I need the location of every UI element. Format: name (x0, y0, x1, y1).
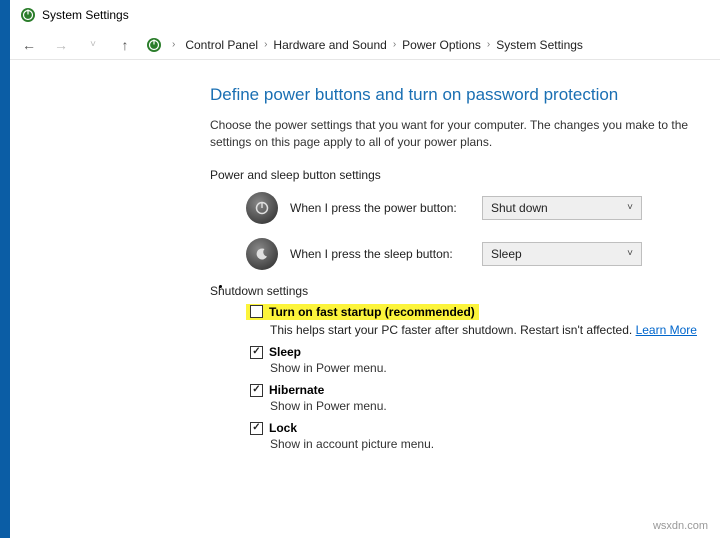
nav-recent-icon[interactable]: ˅ (82, 34, 104, 56)
fast-startup-desc: This helps start your PC faster after sh… (270, 323, 636, 337)
crumb-hardware[interactable]: Hardware and Sound (273, 38, 386, 52)
power-button-select[interactable]: Shut down ˅ (482, 196, 642, 220)
power-button-icon (246, 192, 278, 224)
breadcrumb[interactable]: Control Panel› Hardware and Sound› Power… (185, 38, 583, 52)
nav-forward-icon: → (50, 34, 72, 56)
fast-startup-checkbox[interactable] (250, 305, 263, 318)
nav-back-icon[interactable]: ← (18, 34, 40, 56)
path-icon (146, 37, 162, 53)
sleep-desc: Show in Power menu. (270, 361, 720, 375)
section-power-sleep: Power and sleep button settings (210, 168, 720, 182)
section-shutdown: Shutdown settings (210, 284, 720, 298)
lock-checkbox[interactable] (250, 422, 263, 435)
power-button-label: When I press the power button: (290, 201, 470, 215)
power-options-icon (20, 7, 36, 23)
decoration-dot (219, 285, 222, 288)
crumb-system-settings[interactable]: System Settings (496, 38, 583, 52)
fast-startup-label: Turn on fast startup (recommended) (269, 305, 475, 319)
nav-up-icon[interactable]: ↑ (114, 34, 136, 56)
window-title: System Settings (42, 8, 129, 22)
learn-more-link[interactable]: Learn More (636, 323, 697, 337)
hibernate-label: Hibernate (269, 383, 324, 397)
sleep-label: Sleep (269, 345, 301, 359)
sleep-button-label: When I press the sleep button: (290, 247, 470, 261)
sleep-checkbox[interactable] (250, 346, 263, 359)
page-description: Choose the power settings that you want … (210, 117, 710, 152)
crumb-power[interactable]: Power Options (402, 38, 481, 52)
sleep-button-select[interactable]: Sleep ˅ (482, 242, 642, 266)
hibernate-checkbox[interactable] (250, 384, 263, 397)
chevron-down-icon: ˅ (627, 248, 633, 259)
crumb-control-panel[interactable]: Control Panel (185, 38, 258, 52)
hibernate-desc: Show in Power menu. (270, 399, 720, 413)
page-title: Define power buttons and turn on passwor… (210, 85, 720, 105)
sleep-button-icon (246, 238, 278, 270)
watermark: wsxdn.com (653, 520, 708, 532)
lock-desc: Show in account picture menu. (270, 437, 720, 451)
chevron-down-icon: ˅ (627, 202, 633, 213)
lock-label: Lock (269, 421, 297, 435)
